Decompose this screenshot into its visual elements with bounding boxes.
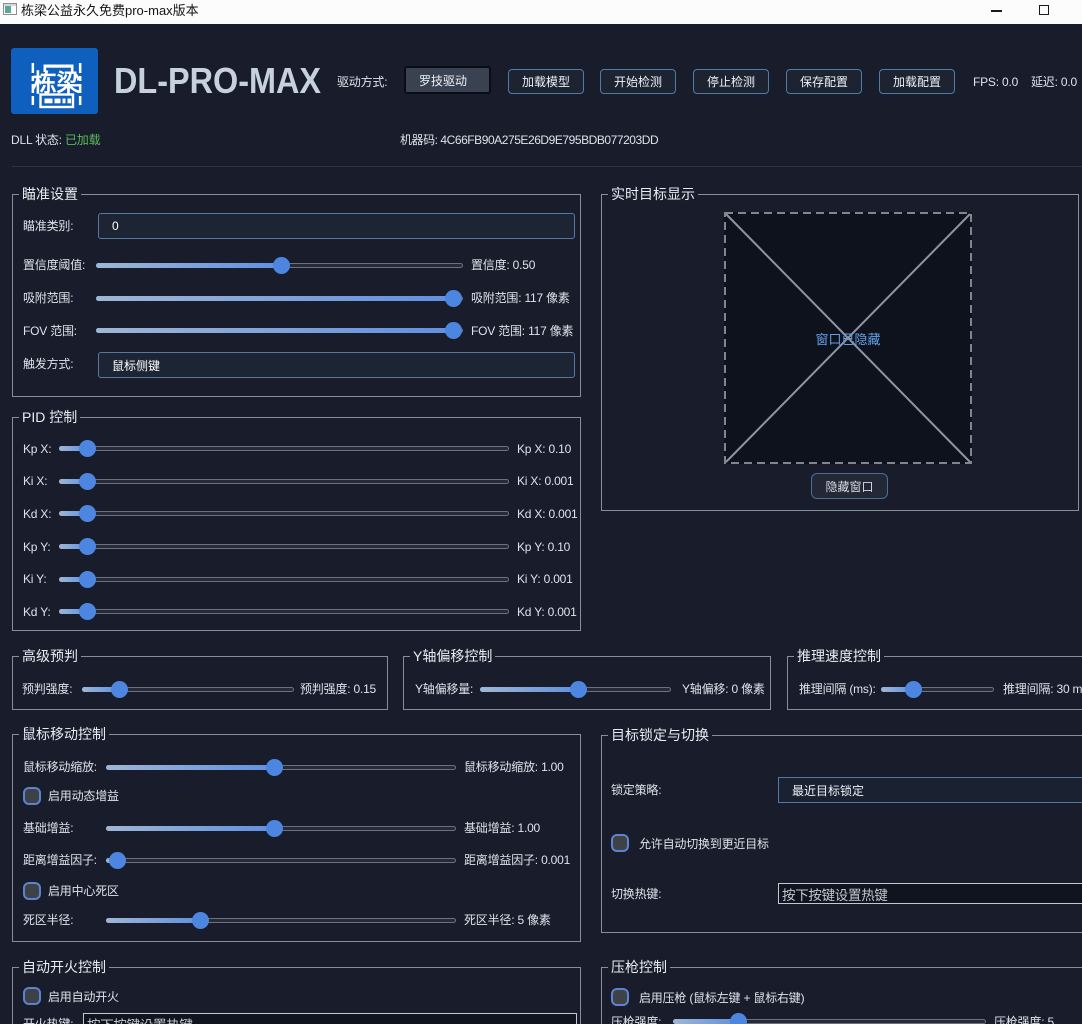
- svg-text:栋梁: 栋梁: [33, 63, 81, 98]
